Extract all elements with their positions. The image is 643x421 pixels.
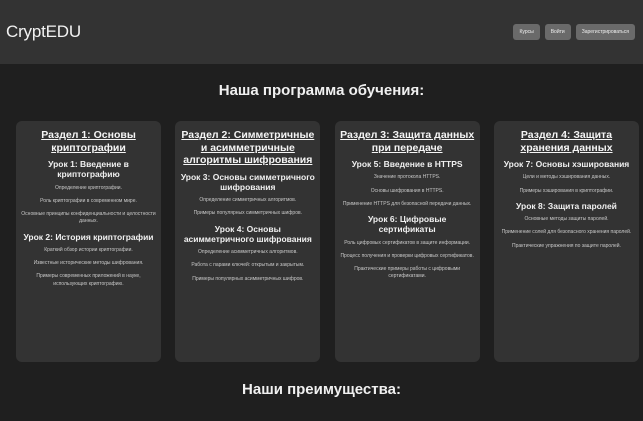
lesson-item: Краткий обзор истории криптографии. (44, 246, 133, 253)
brand-logo[interactable]: CryptEDU (6, 22, 81, 42)
lesson-title: Урок 1: Введение в криптографию (48, 159, 129, 180)
lesson-item: Значение протокола HTTPS. (373, 174, 441, 181)
program-title: Наша программа обучения: (218, 82, 425, 99)
section-title-link[interactable]: Раздел 2: Симметричные и асимметричные а… (179, 129, 316, 167)
lesson-item: Применение HTTPS для безопасной передачи… (342, 200, 472, 207)
lesson-item: Цели и методы хэширования данных. (522, 174, 611, 181)
lesson-item: Известные исторические методы шифрования… (33, 260, 144, 266)
program-sections: Раздел 1: Основы криптографии Урок 1: Вве… (0, 121, 643, 362)
section-card: Раздел 3: Защита данных при передаче Урок… (334, 121, 480, 362)
section-title-link[interactable]: Раздел 3: Защита данных при передаче (339, 129, 476, 154)
lesson-item: Применение солей для безопасного хранени… (501, 229, 632, 236)
section-title-link[interactable]: Раздел 1: Основы криптографии (20, 129, 157, 154)
lesson-item: Роль цифровых сертификатов в защите инфо… (344, 239, 471, 246)
section-card: Раздел 4: Защита хранения данных Урок 7: … (493, 121, 639, 362)
navbar: CryptEDU Курсы Войти Зарегистрироваться (0, 0, 643, 64)
lesson-item: Процесс получения и проверки цифровых се… (340, 252, 474, 259)
register-button[interactable]: Зарегистрироваться (575, 24, 635, 40)
lesson-item: Примеры современных приложений в науке, … (36, 273, 141, 287)
lesson-item: Примеры популярных асимметричных шифров. (192, 275, 304, 282)
lesson-item: Основные методы защиты паролей. (524, 216, 609, 223)
lesson-item: Определение симметричных алгоритмов. (199, 197, 297, 204)
lesson-item: Работа с парами ключей: открытым и закры… (191, 262, 305, 269)
lesson-title: Урок 5: Введение в HTTPS (351, 159, 463, 170)
lesson-item: Основные принципы конфиденциальности и ц… (21, 211, 156, 225)
lesson-title: Урок 6: Цифровые сертификаты (367, 214, 447, 235)
nav-actions: Курсы Войти Зарегистрироваться (513, 24, 635, 40)
lesson-title: Урок 7: Основы хэширования (503, 159, 630, 170)
lesson-item: Определение асимметричных алгоритмов. (198, 249, 298, 256)
lesson-item: Роль криптографии в современном мире. (40, 197, 137, 204)
lesson-item: Примеры хэширования в криптографии. (519, 187, 614, 194)
lesson-item: Практические упражнения по защите пароле… (512, 242, 621, 249)
section-card: Раздел 1: Основы криптографии Урок 1: Вве… (16, 121, 161, 362)
lesson-title: Урок 8: Защита паролей (516, 200, 617, 211)
lesson-item: Примеры популярных симметричных шифров. (193, 210, 303, 217)
lesson-title: Урок 4: Основы асимметричного шифрования (183, 223, 312, 244)
section-card: Раздел 2: Симметричные и асимметричные а… (175, 121, 321, 362)
lesson-title: Урок 3: Основы симметричного шифрования (180, 171, 315, 192)
courses-button[interactable]: Курсы (513, 24, 540, 40)
lesson-item: Основы шифрования в HTTPS. (370, 187, 444, 194)
section-title-link[interactable]: Раздел 4: Защита хранения данных (498, 129, 635, 154)
lesson-item: Практические примеры работы с цифровыми … (354, 266, 461, 280)
advantages-title: Наши преимущества: (242, 381, 401, 398)
lesson-title: Урок 2: История криптографии (23, 231, 154, 242)
login-button[interactable]: Войти (544, 24, 571, 40)
lesson-item: Определение криптографии. (55, 184, 122, 191)
